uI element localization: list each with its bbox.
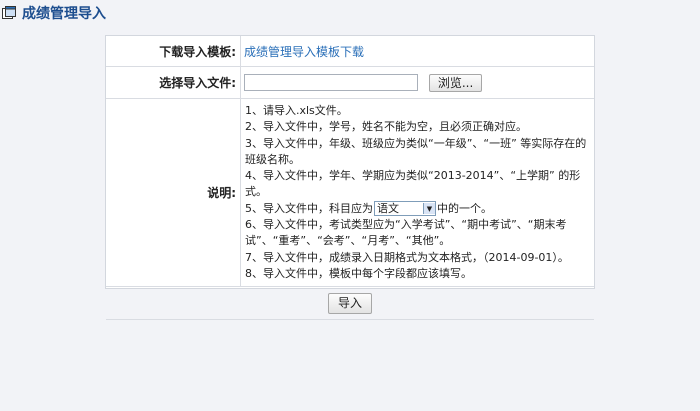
note-line-3: 3、导入文件中，年级、班级应为类似“一年级”、“一班” 等实际存在的班级名称。 [245,136,587,166]
note-line-5: 5、导入文件中，科目应为 语文 ▼ 中的一个。 [245,201,593,217]
page-title: 成绩管理导入 [22,6,106,22]
note-line-8: 8、导入文件中，模板中每个字段都应该填写。 [245,266,472,280]
submit-row: 导入 [106,286,594,321]
subject-select[interactable]: 语文 ▼ [374,201,436,217]
select-file-label: 选择导入文件: [106,66,241,99]
notes-row: 说明: 1、请导入.xls文件。 2、导入文件中，学号，姓名不能为空，且必须正确… [106,98,594,288]
note-line-7: 7、导入文件中，成绩录入日期格式为文本格式，（2014-09-01）。 [245,250,569,264]
notes-label: 说明: [106,98,241,288]
note-line-5-suffix: 中的一个。 [437,201,492,215]
note-line-5-prefix: 5、导入文件中，科目应为 [245,201,373,215]
subject-select-value: 语文 [377,202,399,216]
import-button[interactable]: 导入 [327,292,372,314]
note-line-2: 2、导入文件中，学号，姓名不能为空，且必须正确对应。 [245,120,527,134]
import-form-panel: 下载导入模板: 成绩管理导入模板下载 选择导入文件: 浏览... 说明: 1、请… [105,35,595,321]
file-path-input[interactable] [244,74,418,91]
note-line-1: 1、请导入.xls文件。 [245,104,348,117]
note-line-6: 6、导入文件中，考试类型应为“入学考试”、“期中考试”、“期末考试”、“重考”、… [245,218,567,248]
note-line-4: 4、导入文件中，学年、学期应为类似“2013-2014”、“上学期” 的形式。 [245,169,581,199]
import-form-table: 下载导入模板: 成绩管理导入模板下载 选择导入文件: 浏览... 说明: 1、请… [106,36,594,321]
download-template-label: 下载导入模板: [106,36,241,67]
chevron-down-icon: ▼ [423,203,435,215]
page-header: 成绩管理导入 [0,0,700,26]
browse-button[interactable]: 浏览... [428,73,483,92]
select-file-row: 选择导入文件: 浏览... [106,66,594,99]
download-template-row: 下载导入模板: 成绩管理导入模板下载 [106,36,594,67]
download-template-link[interactable]: 成绩管理导入模板下载 [244,45,364,59]
window-icon [2,6,16,19]
notes-list: 1、请导入.xls文件。 2、导入文件中，学号，姓名不能为空，且必须正确对应。 … [244,100,593,285]
